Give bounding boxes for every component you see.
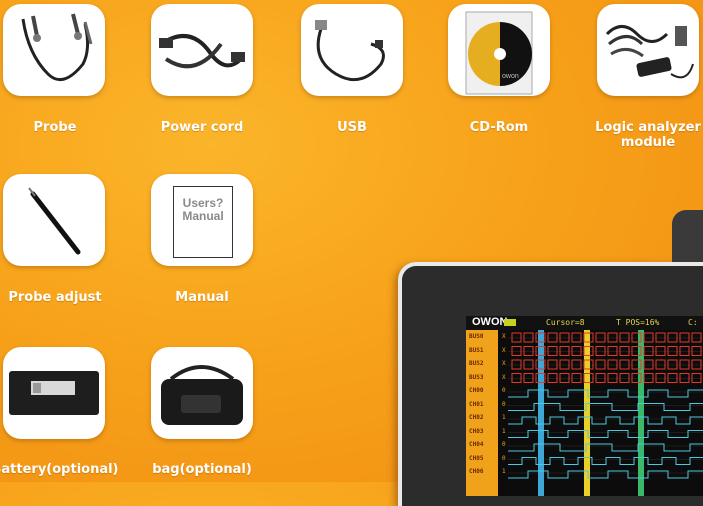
- cd-logo-text: owon: [502, 73, 519, 80]
- caption-battery: Battery(optional): [0, 462, 119, 477]
- channel-value: X: [502, 346, 506, 354]
- caption-power-cord: Power cord: [160, 120, 244, 135]
- channel-waveform: [508, 457, 703, 465]
- cd-rom-image: owon: [448, 4, 550, 96]
- battery-image: [3, 347, 105, 439]
- power-cord-image: [151, 4, 253, 96]
- usb-image: [301, 4, 403, 96]
- channel-waveform: [508, 470, 703, 479]
- c-readout: C:: [688, 318, 698, 327]
- channel-label: BUS1: [469, 346, 484, 354]
- tpos-readout: T POS=16%: [616, 318, 660, 327]
- screen-brand: OWON: [472, 316, 508, 328]
- probe-image: [3, 4, 105, 96]
- channel-label: CH02: [469, 414, 484, 421]
- logic-analyzer-image: [597, 4, 699, 96]
- manual-book: Users? Manual: [173, 186, 233, 258]
- battery-indicator-icon: [504, 319, 516, 326]
- channel-label: BUS2: [469, 360, 484, 367]
- channel-value: 1: [502, 468, 506, 475]
- caption-manual: Manual: [175, 290, 229, 305]
- channel-value: X: [502, 360, 506, 367]
- manual-cover-text: Users? Manual: [182, 196, 224, 223]
- screen-header: OWON Cursor=8 T POS=16% C:: [466, 316, 703, 330]
- manual-image: Users? Manual: [151, 174, 253, 266]
- channel-label: CH04: [469, 441, 484, 448]
- channel-waveform: [508, 416, 703, 425]
- channel-value: X: [502, 373, 506, 381]
- caption-bag: bag(optional): [152, 462, 252, 477]
- channel-label: CH00: [469, 387, 484, 394]
- channel-value: 0: [502, 400, 506, 408]
- channel-value: 1: [502, 427, 506, 435]
- channel-value: 0: [502, 387, 506, 394]
- channel-label: CH01: [469, 400, 484, 408]
- cursor-readout: Cursor=8: [546, 318, 585, 327]
- channel-value: 0: [502, 454, 506, 462]
- channel-waveform: [508, 389, 703, 398]
- caption-usb: USB: [337, 120, 367, 135]
- channel-label: CH06: [469, 468, 484, 475]
- bag-image: [151, 347, 253, 439]
- channel-value: X: [502, 333, 506, 340]
- caption-probe: Probe: [33, 120, 77, 135]
- probe-adjust-image: [3, 174, 105, 266]
- channel-waveform: [508, 430, 703, 438]
- oscilloscope-screen: OWON Cursor=8 T POS=16% C: BUS0 X BUS1 X BUS…: [466, 316, 703, 496]
- channel-waveform: [508, 403, 703, 411]
- channel-waveform: [508, 443, 703, 452]
- caption-cd-rom: CD-Rom: [469, 120, 529, 135]
- caption-probe-adjust: Probe adjust: [8, 290, 102, 305]
- channel-label: BUS3: [469, 373, 484, 381]
- channel-value: 1: [502, 414, 506, 421]
- channel-label: BUS0: [469, 333, 484, 340]
- channel-label: CH05: [469, 454, 484, 462]
- caption-logic-analyzer: Logic analyzer module: [595, 120, 701, 150]
- channel-value: 0: [502, 441, 506, 448]
- channel-label: CH03: [469, 427, 484, 435]
